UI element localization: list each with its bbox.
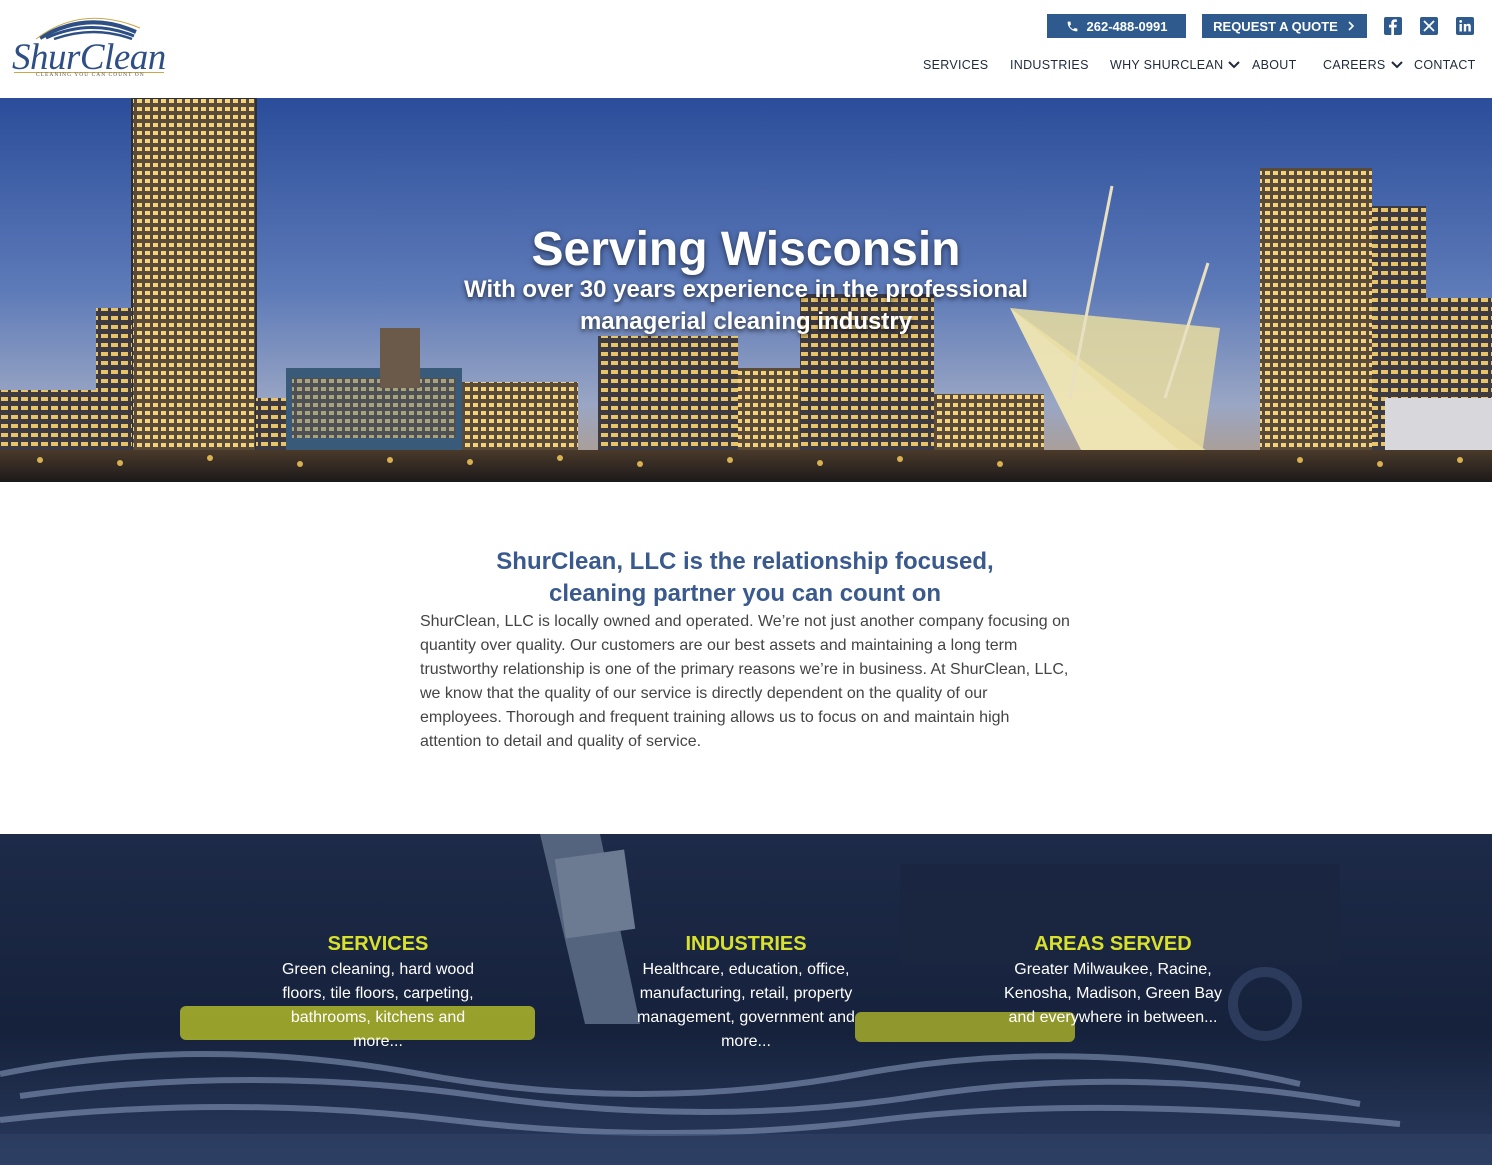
nav-industries[interactable]: INDUSTRIES [1010, 58, 1089, 72]
feature-areas-served: AREAS SERVED Greater Milwaukee, Racine, … [1003, 932, 1223, 1030]
intro-heading-line2: cleaning partner you can count on [548, 580, 942, 607]
nav-about[interactable]: ABOUT [1252, 58, 1297, 72]
feature-areas-served-title: AREAS SERVED [1034, 933, 1192, 955]
hero-banner: Serving Wisconsin With over 30 years exp… [0, 98, 1492, 482]
nav-about-label: ABOUT [1252, 58, 1297, 72]
site-header: ShurClean CLEANING YOU CAN COUNT ON 262-… [0, 0, 1492, 98]
intro-heading: ShurClean, LLC is the relationship focus… [420, 546, 1070, 610]
feature-services-title: SERVICES [327, 933, 429, 955]
chevron-down-icon[interactable] [1227, 60, 1241, 70]
feature-services: SERVICES Green cleaning, hard wood floor… [268, 932, 488, 1054]
feature-industries-title: INDUSTRIES [685, 933, 807, 955]
nav-why-shurclean-label: WHY SHURCLEAN [1110, 58, 1224, 72]
chevron-down-icon[interactable] [1390, 60, 1404, 70]
feature-industries-text: Healthcare, education, office, manufactu… [637, 961, 855, 1050]
intro-heading-line1: ShurClean, LLC is the relationship focus… [496, 548, 994, 575]
hero-subtitle: With over 30 years experience in the pro… [464, 276, 1028, 335]
phone-number: 262-488-0991 [1086, 18, 1168, 34]
features-section: SERVICES Green cleaning, hard wood floor… [0, 834, 1492, 1165]
facebook-icon[interactable] [1383, 16, 1403, 36]
feature-areas-served-text: Greater Milwaukee, Racine, Kenosha, Madi… [1004, 961, 1222, 1026]
hero-title: Serving Wisconsin [531, 223, 961, 276]
nav-services[interactable]: SERVICES [923, 58, 988, 72]
x-twitter-icon[interactable] [1419, 16, 1439, 36]
nav-services-label: SERVICES [923, 58, 989, 72]
logo-tagline: CLEANING YOU CAN COUNT ON [36, 72, 145, 78]
linkedin-icon[interactable] [1455, 16, 1475, 36]
nav-why-shurclean[interactable]: WHY SHURCLEAN [1110, 58, 1241, 72]
feature-services-text: Green cleaning, hard wood floors, tile f… [281, 961, 475, 1050]
feature-industries: INDUSTRIES Healthcare, education, office… [626, 932, 866, 1054]
request-quote-label: REQUEST A QUOTE [1213, 18, 1338, 34]
nav-careers-label: CAREERS [1323, 58, 1386, 72]
phone-icon [1067, 21, 1077, 31]
nav-industries-label: INDUSTRIES [1010, 58, 1089, 72]
nav-careers[interactable]: CAREERS [1323, 58, 1404, 72]
nav-contact[interactable]: CONTACT [1414, 58, 1476, 72]
phone-button[interactable]: 262-488-0991 [1047, 14, 1186, 38]
main-nav: SERVICES INDUSTRIES WHY SHURCLEAN ABOUT … [912, 58, 1492, 74]
top-actions: 262-488-0991 REQUEST A QUOTE [1012, 14, 1492, 38]
intro-body: ShurClean, LLC is locally owned and oper… [420, 613, 1070, 750]
nav-contact-label: CONTACT [1414, 58, 1476, 72]
request-quote-button[interactable]: REQUEST A QUOTE [1202, 14, 1367, 38]
chevron-right-icon [1348, 21, 1354, 31]
shurclean-logo[interactable]: ShurClean CLEANING YOU CAN COUNT ON [12, 16, 172, 82]
intro-section: ShurClean, LLC is the relationship focus… [0, 482, 1492, 834]
